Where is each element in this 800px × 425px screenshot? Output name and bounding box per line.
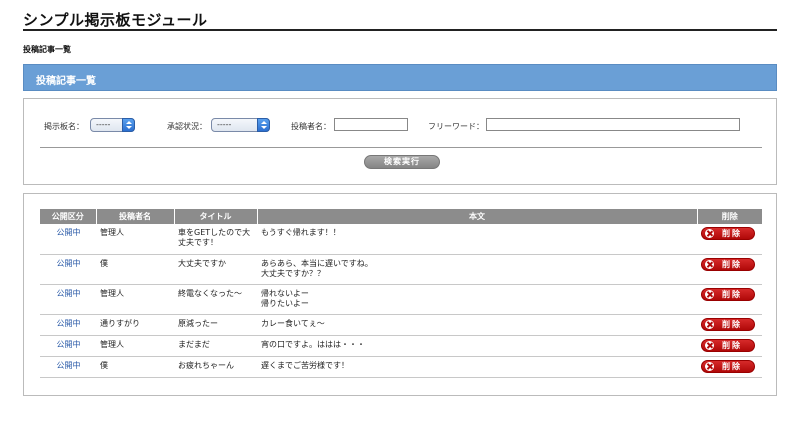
delete-label: 削除 [722, 319, 742, 329]
title-cell: 終電なくなった〜 [174, 284, 257, 315]
status-link[interactable]: 公開中 [40, 314, 96, 336]
body-cell: カレー食いてぇ〜 [257, 314, 697, 336]
status-link[interactable]: 公開中 [40, 356, 96, 378]
breadcrumb: 投稿記事一覧 [23, 45, 71, 54]
column-header-author: 投稿者名 [96, 209, 175, 224]
status-link[interactable]: 公開中 [40, 335, 96, 357]
delete-button[interactable]: 削除 [701, 287, 755, 301]
status-link[interactable]: 公開中 [40, 254, 96, 285]
status-link[interactable]: 公開中 [40, 284, 96, 315]
column-header-delete: 削除 [697, 209, 762, 224]
delete-button[interactable]: 削除 [701, 257, 755, 271]
free-word-label: フリーワード： [428, 122, 484, 131]
delete-label: 削除 [722, 229, 742, 238]
title-divider [23, 29, 777, 31]
body-cell: もうすぐ帰れます！！ [257, 224, 697, 255]
approval-status-select[interactable]: ----- [211, 118, 270, 132]
delete-button[interactable]: 削除 [701, 317, 755, 331]
table-row: 公開中 管理人 車をGETしたので大丈夫です！ もうすぐ帰れます！！ 削除 [40, 224, 762, 255]
title-cell: 原減ったー [174, 314, 257, 336]
board-name-select-value: ----- [96, 120, 111, 129]
table-row: 公開中 通りすがり 原減ったー カレー食いてぇ〜 削除 [40, 314, 762, 336]
delete-button[interactable]: 削除 [701, 338, 755, 352]
table-row: 公開中 僕 大丈夫ですか あらあら、本当に遅いですね。 大丈夫ですか？？ 削除 [40, 254, 762, 285]
close-circle-icon [705, 319, 714, 329]
board-name-label: 掲示板名： [44, 122, 84, 131]
approval-status-select-value: ----- [217, 120, 232, 129]
search-panel: 掲示板名： ----- 承認状況： ----- 投稿者名： フリーワード： 検索… [23, 98, 777, 185]
body-cell: 宵の口ですよ。ははは・・・ [257, 335, 697, 357]
title-cell: お疲れちゃーん [174, 356, 257, 378]
author-cell: 管理人 [96, 284, 174, 315]
search-button[interactable]: 検索実行 [364, 155, 440, 169]
delete-label: 削除 [722, 361, 742, 371]
close-circle-icon [705, 259, 714, 269]
delete-label: 削除 [722, 259, 742, 269]
close-circle-icon [705, 289, 714, 299]
body-cell: 帰れないよー 帰りたいよー [257, 284, 697, 315]
poster-name-label: 投稿者名： [291, 122, 331, 131]
poster-name-input[interactable] [334, 118, 408, 131]
post-list-panel: 公開区分 投稿者名 タイトル 本文 削除 公開中 管理人 車をGETしたので大丈… [23, 193, 777, 396]
author-cell: 通りすがり [96, 314, 174, 336]
column-header-title: タイトル [174, 209, 258, 224]
author-cell: 管理人 [96, 335, 174, 357]
page-title: シンプル掲示板モジュール [23, 11, 208, 29]
table-header-row: 公開区分 投稿者名 タイトル 本文 削除 [40, 209, 762, 224]
author-cell: 管理人 [96, 224, 174, 255]
delete-label: 削除 [722, 289, 742, 299]
search-panel-divider [40, 147, 762, 148]
title-cell: まだまだ [174, 335, 257, 357]
body-cell: あらあら、本当に遅いですね。 大丈夫ですか？？ [257, 254, 697, 285]
table-row: 公開中 管理人 まだまだ 宵の口ですよ。ははは・・・ 削除 [40, 335, 762, 357]
table-row: 公開中 僕 お疲れちゃーん 遅くまでご苦労様です！ 削除 [40, 356, 762, 378]
author-cell: 僕 [96, 356, 174, 378]
author-cell: 僕 [96, 254, 174, 285]
select-arrows-icon [122, 118, 135, 132]
column-header-status: 公開区分 [40, 209, 97, 224]
free-word-input[interactable] [486, 118, 740, 131]
column-header-body: 本文 [257, 209, 698, 224]
delete-label: 削除 [722, 340, 742, 350]
title-cell: 車をGETしたので大丈夫です！ [174, 224, 257, 255]
approval-status-label: 承認状況： [167, 122, 207, 131]
delete-button[interactable]: 削除 [701, 359, 755, 373]
status-link[interactable]: 公開中 [40, 224, 96, 255]
close-circle-icon [705, 361, 714, 371]
table-row: 公開中 管理人 終電なくなった〜 帰れないよー 帰りたいよー 削除 [40, 284, 762, 315]
delete-button[interactable]: 削除 [701, 227, 755, 240]
close-circle-icon [705, 340, 714, 350]
board-name-select[interactable]: ----- [90, 118, 135, 132]
post-table: 公開区分 投稿者名 タイトル 本文 削除 公開中 管理人 車をGETしたので大丈… [40, 209, 762, 378]
select-arrows-icon [257, 118, 270, 132]
section-title: 投稿記事一覧 [36, 76, 96, 87]
close-circle-icon [705, 229, 714, 238]
title-cell: 大丈夫ですか [174, 254, 257, 285]
section-header-bar: 投稿記事一覧 [23, 64, 777, 91]
body-cell: 遅くまでご苦労様です！ [257, 356, 697, 378]
